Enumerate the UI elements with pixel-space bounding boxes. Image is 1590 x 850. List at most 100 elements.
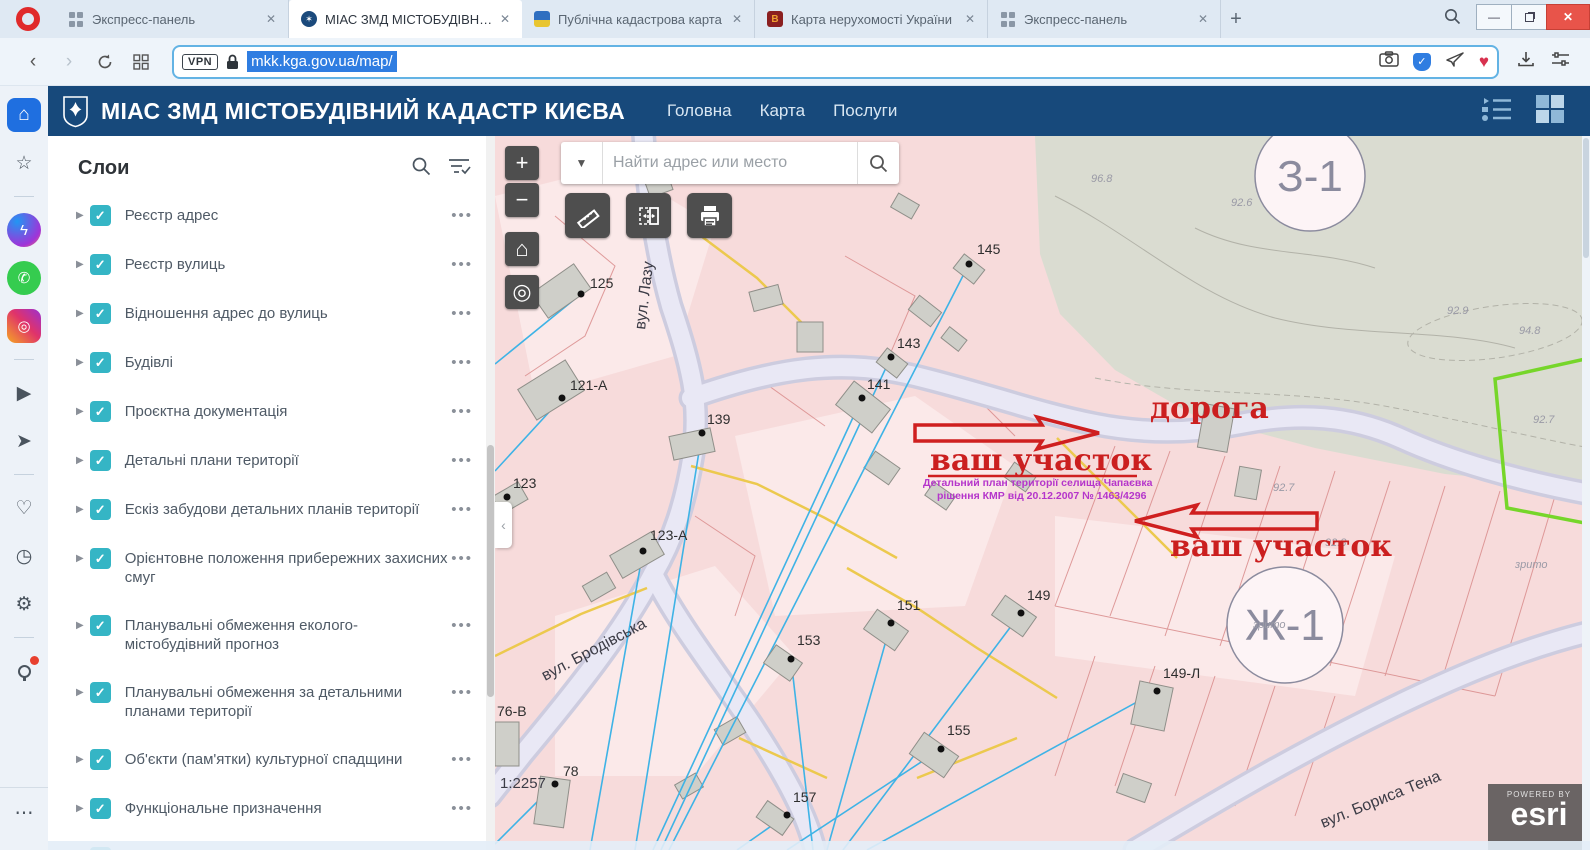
tab-close-icon[interactable]: ✕: [728, 10, 746, 28]
layer-checkbox[interactable]: ✓: [90, 352, 111, 373]
vpn-badge[interactable]: VPN: [182, 54, 218, 70]
home-icon[interactable]: ⌂: [7, 98, 41, 132]
layer-expand-caret[interactable]: ▶: [76, 620, 84, 631]
locate-button[interactable]: ◎: [505, 275, 539, 309]
reload-button[interactable]: [90, 47, 120, 77]
send-to-device-icon[interactable]: [1445, 51, 1465, 73]
layer-expand-caret[interactable]: ▶: [76, 754, 84, 765]
layer-expand-caret[interactable]: ▶: [76, 406, 84, 417]
legend-icon[interactable]: [1482, 96, 1512, 127]
browser-tab[interactable]: Экспресс-панель ✕: [56, 0, 289, 38]
layer-expand-caret[interactable]: ▶: [76, 455, 84, 466]
bookmark-heart-icon[interactable]: ♥: [1479, 52, 1489, 72]
security-shield-icon[interactable]: ✓: [1413, 53, 1431, 71]
layer-checkbox[interactable]: ✓: [90, 450, 111, 471]
panel-collapse-button[interactable]: ‹: [495, 502, 512, 548]
layer-expand-caret[interactable]: ▶: [76, 357, 84, 368]
play-icon[interactable]: ▶: [7, 376, 41, 410]
tab-close-icon[interactable]: ✕: [961, 10, 979, 28]
layer-menu-icon[interactable]: •••: [451, 205, 473, 224]
messenger-icon[interactable]: ϟ: [7, 213, 41, 247]
back-button[interactable]: ‹: [18, 47, 48, 77]
layer-checkbox[interactable]: ✓: [90, 749, 111, 770]
layer-checkbox[interactable]: ✓: [90, 682, 111, 703]
restore-button[interactable]: [1511, 4, 1547, 30]
heart-icon[interactable]: ♡: [7, 491, 41, 525]
layer-menu-icon[interactable]: •••: [451, 615, 473, 634]
map-search-button[interactable]: [857, 142, 899, 184]
layer-menu-icon[interactable]: •••: [451, 254, 473, 273]
layer-menu-icon[interactable]: •••: [451, 352, 473, 371]
layer-row[interactable]: ▶ ✓ Функціональне призначення •••: [48, 784, 495, 833]
layer-menu-icon[interactable]: •••: [451, 303, 473, 322]
layer-row[interactable]: ▶ ✓ Планувальні обмеження за детальними …: [48, 668, 495, 735]
snapshot-camera-icon[interactable]: [1379, 51, 1399, 72]
new-tab-button[interactable]: +: [1221, 0, 1251, 38]
layer-expand-caret[interactable]: ▶: [76, 553, 84, 564]
measure-tool-button[interactable]: [565, 193, 610, 238]
swipe-tool-button[interactable]: [626, 193, 671, 238]
nav-головна[interactable]: Головна: [667, 101, 732, 121]
layer-row[interactable]: ▶ ✓ Адміністративні райони у містах •••: [48, 833, 495, 850]
layers-filter-icon[interactable]: [447, 156, 471, 181]
layer-expand-caret[interactable]: ▶: [76, 803, 84, 814]
print-tool-button[interactable]: [687, 193, 732, 238]
layer-expand-caret[interactable]: ▶: [76, 687, 84, 698]
layer-menu-icon[interactable]: •••: [451, 450, 473, 469]
layer-menu-icon[interactable]: •••: [451, 749, 473, 768]
layer-menu-icon[interactable]: •••: [451, 401, 473, 420]
nav-послуги[interactable]: Послуги: [833, 101, 897, 121]
tab-close-icon[interactable]: ✕: [496, 10, 514, 28]
tab-close-icon[interactable]: ✕: [1194, 10, 1212, 28]
opera-logo[interactable]: [16, 7, 40, 31]
downloads-icon[interactable]: [1517, 50, 1535, 73]
layer-expand-caret[interactable]: ▶: [76, 210, 84, 221]
layer-row[interactable]: ▶ ✓ Орієнтовне положення прибережних зах…: [48, 534, 495, 601]
home-extent-button[interactable]: ⌂: [505, 232, 539, 266]
url-text[interactable]: mkk.kga.gov.ua/map/: [247, 51, 396, 72]
nav-карта[interactable]: Карта: [760, 101, 806, 121]
layer-row[interactable]: ▶ ✓ Реєстр вулиць •••: [48, 240, 495, 289]
layer-row[interactable]: ▶ ✓ Відношення адрес до вулиць •••: [48, 289, 495, 338]
map-viewport[interactable]: З-1Ж-1 125121-А139141143145123123-А15115…: [495, 136, 1590, 850]
layer-checkbox[interactable]: ✓: [90, 205, 111, 226]
sidebar-menu-icon[interactable]: ⋯: [7, 796, 41, 830]
layer-menu-icon[interactable]: •••: [451, 682, 473, 701]
layer-row[interactable]: ▶ ✓ Реєстр адрес •••: [48, 191, 495, 240]
send-icon[interactable]: ➤: [7, 424, 41, 458]
page-scrollbar[interactable]: [1582, 136, 1590, 850]
layer-expand-caret[interactable]: ▶: [76, 259, 84, 270]
gear-icon[interactable]: ⚙: [7, 587, 41, 621]
whatsapp-icon[interactable]: ✆: [7, 261, 41, 295]
map-search-input[interactable]: [603, 142, 857, 184]
layer-checkbox[interactable]: ✓: [90, 254, 111, 275]
layer-checkbox[interactable]: ✓: [90, 798, 111, 819]
apps-grid-icon[interactable]: [1536, 95, 1564, 128]
bulb-icon[interactable]: [7, 654, 41, 688]
close-button[interactable]: ✕: [1546, 4, 1590, 30]
layer-row[interactable]: ▶ ✓ Детальні плани території •••: [48, 436, 495, 485]
layer-checkbox[interactable]: ✓: [90, 499, 111, 520]
kyiv-emblem-logo[interactable]: [62, 95, 89, 128]
clock-icon[interactable]: ◷: [7, 539, 41, 573]
layer-checkbox[interactable]: ✓: [90, 303, 111, 324]
layer-menu-icon[interactable]: •••: [451, 798, 473, 817]
layers-search-icon[interactable]: [411, 156, 431, 181]
speed-dial-button[interactable]: [126, 47, 156, 77]
layer-row[interactable]: ▶ ✓ Об'єкти (пам'ятки) культурної спадщи…: [48, 735, 495, 784]
layer-menu-icon[interactable]: •••: [451, 499, 473, 518]
layer-checkbox[interactable]: ✓: [90, 615, 111, 636]
address-bar[interactable]: VPN mkk.kga.gov.ua/map/ ✓ ♥: [172, 45, 1499, 79]
instagram-icon[interactable]: ◎: [7, 309, 41, 343]
layer-row[interactable]: ▶ ✓ Проєктна документація •••: [48, 387, 495, 436]
browser-tab[interactable]: ✶ МІАС ЗМД МІСТОБУДІВНИЙ ✕: [289, 0, 522, 38]
settings-sliders-icon[interactable]: [1551, 51, 1570, 73]
tab-close-icon[interactable]: ✕: [262, 10, 280, 28]
layer-expand-caret[interactable]: ▶: [76, 504, 84, 515]
layer-row[interactable]: ▶ ✓ Планувальні обмеження еколого-містоб…: [48, 601, 495, 668]
layer-menu-icon[interactable]: •••: [451, 548, 473, 567]
browser-tab[interactable]: Публічна кадастрова карта ✕: [522, 0, 755, 38]
layer-expand-caret[interactable]: ▶: [76, 308, 84, 319]
minimize-button[interactable]: —: [1476, 4, 1512, 30]
browser-tab[interactable]: Экспресс-панель ✕: [988, 0, 1221, 38]
